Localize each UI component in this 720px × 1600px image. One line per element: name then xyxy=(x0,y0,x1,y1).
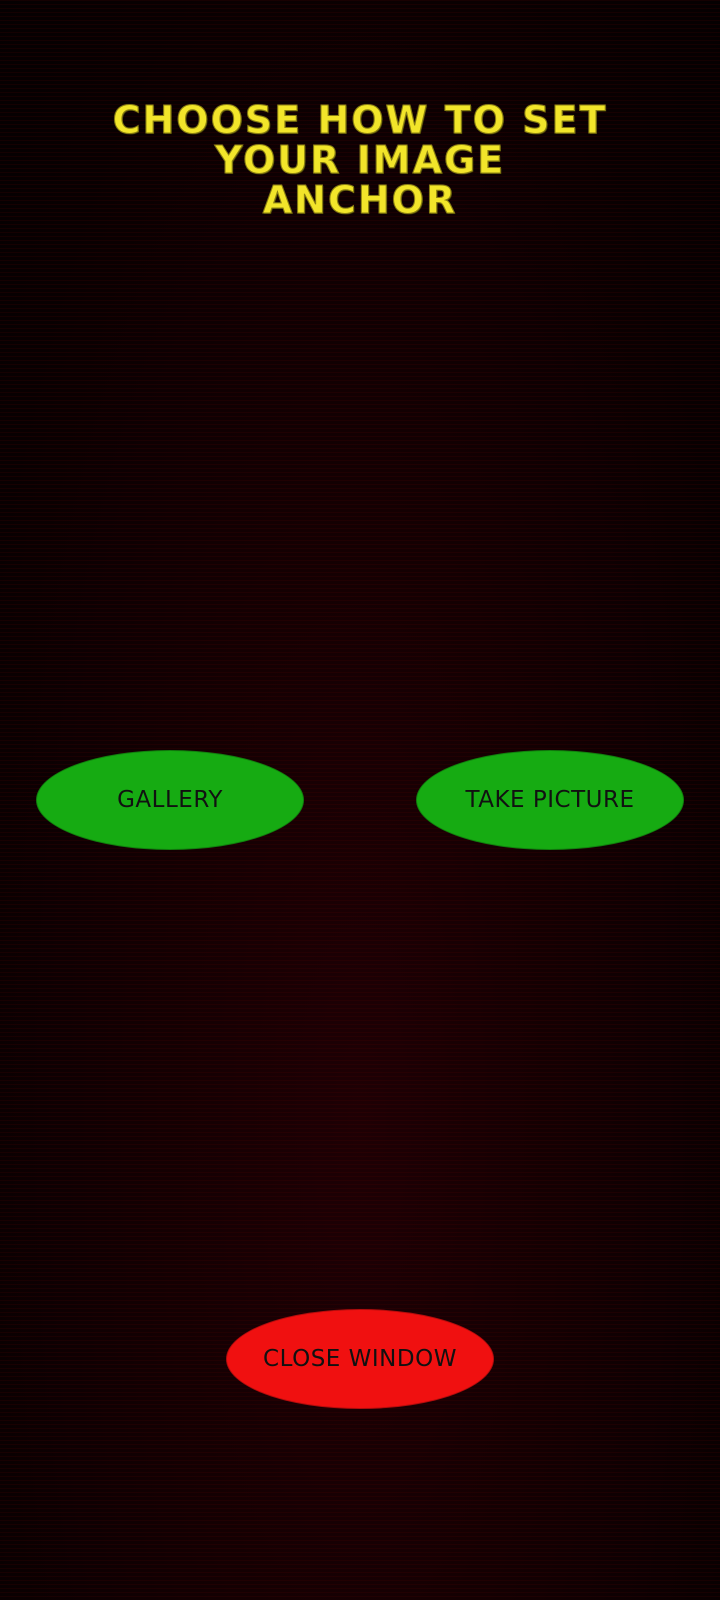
anchor-chooser-screen: CHOOSE HOW TO SET YOUR IMAGE ANCHOR GALL… xyxy=(0,0,720,1600)
gallery-button[interactable]: GALLERY xyxy=(36,750,304,850)
close-window-button[interactable]: CLOSE WINDOW xyxy=(226,1309,494,1409)
take-picture-button[interactable]: TAKE PICTURE xyxy=(416,750,684,850)
close-window-button-label: CLOSE WINDOW xyxy=(263,1346,457,1372)
take-picture-button-label: TAKE PICTURE xyxy=(465,787,635,813)
gallery-button-label: GALLERY xyxy=(117,787,223,813)
page-title: CHOOSE HOW TO SET YOUR IMAGE ANCHOR xyxy=(112,98,608,222)
